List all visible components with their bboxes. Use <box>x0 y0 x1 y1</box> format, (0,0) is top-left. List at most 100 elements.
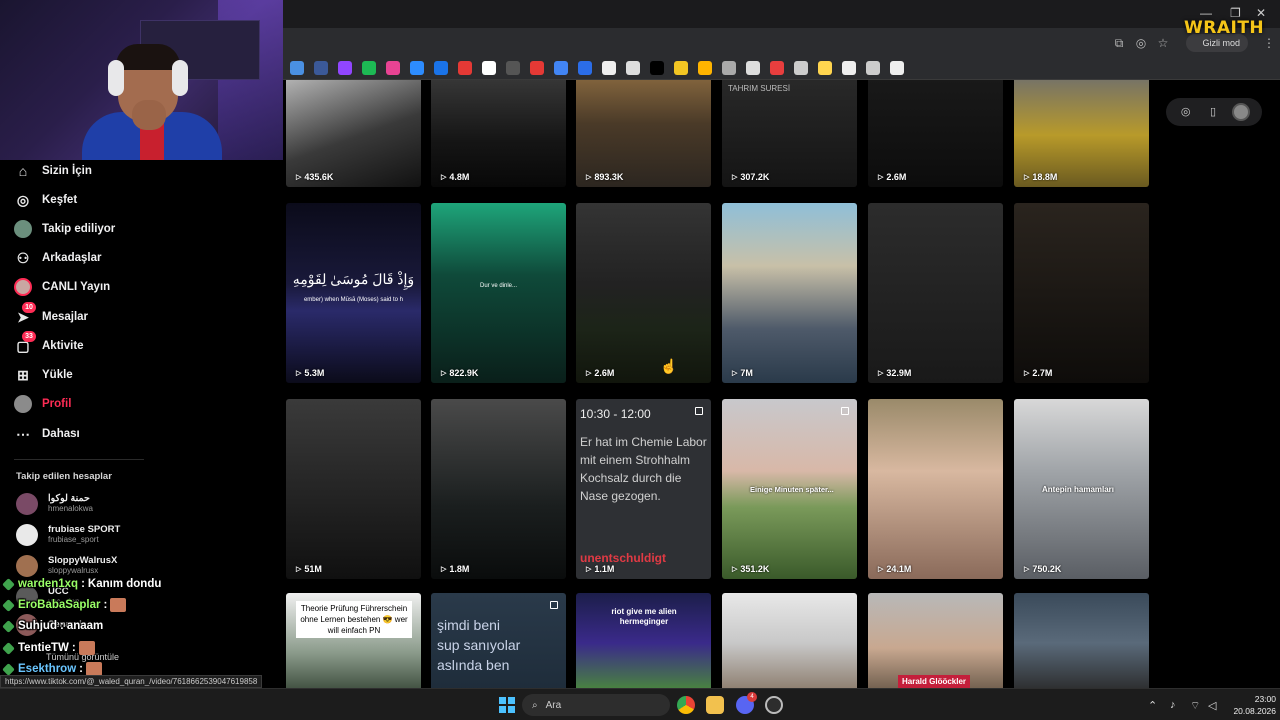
sidebar-item-profil[interactable]: Profil <box>14 392 71 416</box>
video-caption: Antepin hamamları <box>1042 485 1115 494</box>
volume-icon[interactable]: ◁ <box>1208 699 1216 712</box>
sidebar-item-aktivite[interactable]: ▢ 33 Aktivite <box>14 331 84 358</box>
note-content: 10:30 - 12:00 Er hat im Chemie Labor mit … <box>580 407 707 505</box>
video-tile[interactable]: ▷ 7M <box>722 203 857 383</box>
translate-icon[interactable]: ⧉ <box>1112 36 1126 50</box>
view-count: ▷ 893.3K <box>586 172 623 182</box>
bookmark-favicon-icon[interactable] <box>674 60 688 75</box>
note-highlight: unentschuldigt <box>580 551 666 565</box>
sidebar-item-keşfet[interactable]: ◎ Keşfet <box>14 188 77 212</box>
profile-avatar-icon <box>14 395 32 413</box>
play-icon: ▷ <box>296 566 302 573</box>
menu-kebab-icon[interactable]: ⋮ <box>1262 36 1276 50</box>
video-tile[interactable]: 10:30 - 12:00 Er hat im Chemie Labor mit … <box>576 399 711 579</box>
bookmark-favicon-icon[interactable] <box>290 60 304 75</box>
video-tile[interactable] <box>1014 593 1149 688</box>
notification-badge: 10 <box>22 302 36 313</box>
bookmark-favicon-icon[interactable] <box>482 60 496 75</box>
network-icon[interactable]: ⌔ <box>1190 699 1200 713</box>
video-tile[interactable]: ▷ 435.6K <box>286 80 421 187</box>
account-text: frubiase SPORT frubiase_sport <box>48 525 120 545</box>
bookmark-favicon-icon[interactable] <box>698 60 712 75</box>
compass-icon[interactable]: ◎ <box>1178 104 1194 120</box>
followed-account[interactable]: حمنة لوكوا hmenalokwa <box>16 491 93 517</box>
bookmark-favicon-icon[interactable] <box>818 60 832 75</box>
view-count-value: 2.6M <box>886 172 907 182</box>
video-tile[interactable]: ▷ 51M <box>286 399 421 579</box>
video-tile[interactable]: ▷ 1.8M <box>431 399 566 579</box>
followed-account[interactable]: frubiase SPORT frubiase_sport <box>16 522 120 548</box>
video-tile[interactable]: riot give me alien hermeginger <box>576 593 711 688</box>
clock[interactable]: 23:00 20.08.2026 <box>1224 693 1276 717</box>
chrome-icon[interactable] <box>677 696 695 714</box>
sidebar-item-label: Keşfet <box>42 194 78 206</box>
bookmark-favicon-icon[interactable] <box>578 60 592 75</box>
sidebar-item-arkadaşlar[interactable]: ⚇ Arkadaşlar <box>14 246 102 270</box>
bookmark-favicon-icon[interactable] <box>458 60 472 75</box>
bookmark-favicon-icon[interactable] <box>722 60 736 75</box>
bookmark-favicon-icon[interactable] <box>530 60 544 75</box>
video-tile[interactable]: ▷ 4.8M <box>431 80 566 187</box>
video-tile[interactable]: Harald Glööckler <box>868 593 1003 688</box>
video-tile[interactable]: ▷ 32.9M <box>868 203 1003 383</box>
video-tile[interactable]: ▷ 893.3K <box>576 80 711 187</box>
upload-icon: ⊞ <box>17 366 29 383</box>
arabic-caption: وَإِذْ قَالَ مُوسَىٰ لِقَوْمِهِ <box>292 271 415 287</box>
sidebar-item-label: Mesajlar <box>42 311 89 323</box>
video-tile[interactable]: şimdi beni sup sanıyolar aslında ben <box>431 593 566 688</box>
video-tile[interactable]: ▷ 24.1M <box>868 399 1003 579</box>
bookmark-favicon-icon[interactable] <box>602 60 616 75</box>
bookmark-favicon-icon[interactable] <box>362 60 376 75</box>
phone-icon[interactable]: ▯ <box>1205 104 1221 120</box>
sidebar-item-yükle[interactable]: ⊞ Yükle <box>14 363 73 387</box>
bookmark-favicon-icon[interactable] <box>554 60 568 75</box>
bookmark-favicon-icon[interactable] <box>506 60 520 75</box>
eye-off-icon[interactable]: ◎ <box>1134 36 1148 50</box>
chevron-up-icon[interactable]: ⌃ <box>1148 699 1157 712</box>
video-tile[interactable]: ▷ 2.6M <box>868 80 1003 187</box>
video-tile[interactable]: ▷ 2.6M <box>576 203 711 383</box>
video-tile[interactable] <box>722 593 857 688</box>
bookmark-favicon-icon[interactable] <box>626 60 640 75</box>
file-explorer-icon[interactable] <box>706 696 724 714</box>
windows-start-icon[interactable] <box>499 697 515 713</box>
view-count-value: 51M <box>304 564 322 574</box>
taskbar-search[interactable]: ⌕ Ara <box>522 694 670 716</box>
bookmark-favicon-icon[interactable] <box>890 60 904 75</box>
bookmark-favicon-icon[interactable] <box>794 60 808 75</box>
bookmark-favicon-icon[interactable] <box>770 60 784 75</box>
bookmark-favicon-icon[interactable] <box>842 60 856 75</box>
obs-icon[interactable] <box>765 696 783 714</box>
bookmark-favicon-icon[interactable] <box>866 60 880 75</box>
video-tile[interactable]: ▷ 2.7M <box>1014 203 1149 383</box>
account-text: حمنة لوكوا hmenalokwa <box>48 494 93 514</box>
bookmark-favicon-icon[interactable] <box>434 60 448 75</box>
video-tile[interactable]: وَإِذْ قَالَ مُوسَىٰ لِقَوْمِهِ ember) wh… <box>286 203 421 383</box>
video-tile[interactable]: Theorie Prüfung Führerschein ohne Lernen… <box>286 593 421 688</box>
video-tile[interactable]: ▷ 18.8M <box>1014 80 1149 187</box>
bookmark-star-icon[interactable]: ☆ <box>1156 36 1170 50</box>
video-tile[interactable]: Dur ve dinle... ▷ 822.9K <box>431 203 566 383</box>
carousel-icon <box>841 407 849 415</box>
browser-tab-strip[interactable] <box>283 0 1280 28</box>
video-tile[interactable]: TAHRIM SURESİ ▷ 307.2K <box>722 80 857 187</box>
microphone-icon[interactable]: ♪ <box>1170 699 1176 711</box>
bookmark-favicon-icon[interactable] <box>650 60 664 75</box>
sidebar-item-takip-ediliyor[interactable]: Takip ediliyor <box>14 217 115 241</box>
sidebar-item-sizin-i-çin[interactable]: ⌂ Sizin İçin <box>14 159 92 183</box>
browser-address-bar[interactable] <box>283 28 1280 56</box>
bookmark-favicon-icon[interactable] <box>746 60 760 75</box>
bookmark-favicon-icon[interactable] <box>314 60 328 75</box>
discord-icon[interactable]: 4 <box>736 692 757 714</box>
sidebar-item-dahası[interactable]: ⋯ Dahası <box>14 422 80 446</box>
bookmark-favicon-icon[interactable] <box>386 60 400 75</box>
play-icon: ▷ <box>441 174 447 181</box>
play-icon: ▷ <box>732 370 738 377</box>
sidebar-item-mesajlar[interactable]: ➤ 10 Mesajlar <box>14 302 89 329</box>
bookmark-favicon-icon[interactable] <box>338 60 352 75</box>
video-tile[interactable]: Antepin hamamları ▷ 750.2K <box>1014 399 1149 579</box>
sidebar-item-canli-yayın[interactable]: CANLI Yayın <box>14 275 110 299</box>
bookmark-favicon-icon[interactable] <box>410 60 424 75</box>
user-avatar[interactable] <box>1232 103 1251 121</box>
video-tile[interactable]: Einige Minuten später... ▷ 351.2K <box>722 399 857 579</box>
